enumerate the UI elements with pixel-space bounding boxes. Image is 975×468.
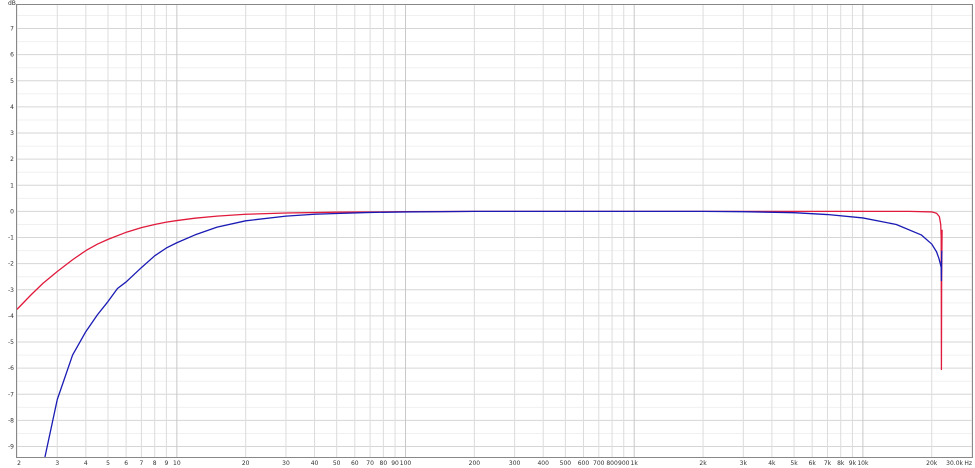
x-tick-label: 5 <box>106 460 110 467</box>
x-tick-label: 40 <box>311 460 319 467</box>
x-tick-label: 80 <box>380 460 388 467</box>
x-tick-label: 1k <box>631 460 639 467</box>
x-tick-label: 4k <box>768 460 776 467</box>
x-tick-label: 10 <box>173 460 181 467</box>
y-tick-label: 4 <box>10 104 14 111</box>
x-tick-label: 10k <box>857 460 869 467</box>
x-tick-label: 60 <box>351 460 359 467</box>
y-tick-label: -2 <box>8 261 14 268</box>
y-unit-label: dB <box>8 0 16 7</box>
x-tick-label: 100 <box>400 460 412 467</box>
x-tick-label: 3 <box>55 460 59 467</box>
x-tick-label: 70 <box>366 460 374 467</box>
x-tick-label: 9k <box>849 460 857 467</box>
y-tick-label: -7 <box>8 391 14 398</box>
x-tick-label: 3k <box>740 460 748 467</box>
y-tick-label: 7 <box>10 26 14 33</box>
y-tick-label: 6 <box>10 52 14 59</box>
x-tick-label: 2k <box>699 460 707 467</box>
x-tick-label: 90 <box>391 460 399 467</box>
x-tick-label: 500 <box>560 460 572 467</box>
y-tick-label: -6 <box>8 365 14 372</box>
x-tick-label: 900 <box>618 460 630 467</box>
x-tick-label: 400 <box>537 460 549 467</box>
x-tick-label: 200 <box>469 460 481 467</box>
x-tick-label: 7 <box>140 460 144 467</box>
y-tick-label: -4 <box>8 313 14 320</box>
x-tick-label: 300 <box>509 460 521 467</box>
y-tick-label: -5 <box>8 339 14 346</box>
x-tick-label: 8k <box>837 460 845 467</box>
x-tick-label: 8 <box>153 460 157 467</box>
plot-background <box>0 0 975 468</box>
y-tick-label: 5 <box>10 78 14 85</box>
x-tick-label: 7k <box>824 460 832 467</box>
x-tick-label: 2 <box>17 460 21 467</box>
x-unit-label: Hz <box>964 460 972 467</box>
y-tick-label: 1 <box>10 182 14 189</box>
x-tick-label: 5k <box>790 460 798 467</box>
x-tick-label: 4 <box>84 460 88 467</box>
y-tick-label: -3 <box>8 287 14 294</box>
y-tick-label: -1 <box>8 235 14 242</box>
y-tick-label: -9 <box>8 444 14 451</box>
x-tick-label: 30 <box>282 460 290 467</box>
x-tick-label: 20k <box>926 460 938 467</box>
x-tick-label: 50 <box>333 460 341 467</box>
y-tick-label: -8 <box>8 417 14 424</box>
x-tick-label: 600 <box>578 460 590 467</box>
y-tick-label: 0 <box>10 208 14 215</box>
x-tick-label: 9 <box>164 460 168 467</box>
x-tick-label: 6 <box>124 460 128 467</box>
x-tick-label: 6k <box>809 460 817 467</box>
y-tick-label: 2 <box>10 156 14 163</box>
y-tick-label: 3 <box>10 130 14 137</box>
x-tick-label: 700 <box>593 460 605 467</box>
x-tick-label: 20 <box>242 460 250 467</box>
x-tick-label: 30.0k <box>946 460 963 467</box>
frequency-response-chart: 76543210-1-2-3-4-5-6-7-8-9 2 3 4 5 6 7 8 9 10 20 3… <box>0 0 975 468</box>
x-tick-label: 800 <box>606 460 618 467</box>
